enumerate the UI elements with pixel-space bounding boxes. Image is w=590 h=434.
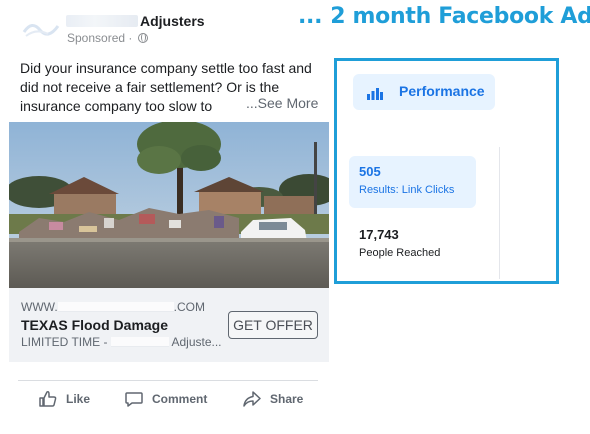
page-name[interactable]: Adjusters [140,13,205,29]
comment-button[interactable]: Comment [124,388,207,410]
performance-tab[interactable]: Performance [353,74,495,110]
annotation-dots: ... [298,4,323,29]
performance-panel: Performance 505 Results: Link Clicks 17,… [334,58,559,284]
annotation-title: ... 2 month Facebook Ad [298,4,590,29]
get-offer-button[interactable]: GET OFFER [228,311,318,339]
panel-divider [499,147,500,279]
comment-icon [125,392,143,407]
link-title: TEXAS Flood Damage [21,317,169,333]
sponsored-label: Sponsored · [67,31,148,45]
performance-tab-label: Performance [399,83,485,99]
metric-label: People Reached [359,247,441,259]
metric-value: 17,743 [359,227,399,242]
share-icon [243,391,261,407]
annotation-text: 2 month Facebook Ad [330,4,590,29]
redacted-page-name [66,15,138,27]
facebook-ad-card: Adjusters Sponsored · Did your insurance… [0,0,332,434]
see-more-link[interactable]: ...See More [246,95,318,111]
metric-people-reached[interactable]: 17,743 People Reached [349,222,489,266]
ad-image-flood-damage[interactable] [9,122,329,288]
action-divider [18,380,318,381]
like-icon [39,391,57,407]
metric-value: 505 [359,164,381,179]
link-description: LIMITED TIME - Adjuste... [21,335,222,349]
redacted-description [110,337,169,347]
like-button[interactable]: Like [38,388,90,410]
metric-label: Results: Link Clicks [359,184,455,196]
share-button[interactable]: Share [242,388,303,410]
like-label: Like [66,392,91,406]
comment-label: Comment [152,392,208,406]
ad-body-line: Did your insurance company settle too fa… [20,60,312,76]
bar-chart-icon [367,88,383,100]
redacted-domain [57,302,174,312]
link-domain: WWW. .COM [21,300,205,314]
ad-header: Adjusters Sponsored · [14,10,334,46]
share-label: Share [270,392,304,406]
metric-link-clicks[interactable]: 505 Results: Link Clicks [349,156,476,208]
ad-actions-bar: Like Comment Share [18,384,318,414]
link-preview-footer[interactable]: WWW. .COM TEXAS Flood Damage LIMITED TIME… [9,288,329,362]
globe-icon [137,33,148,43]
page-avatar[interactable] [18,12,64,44]
